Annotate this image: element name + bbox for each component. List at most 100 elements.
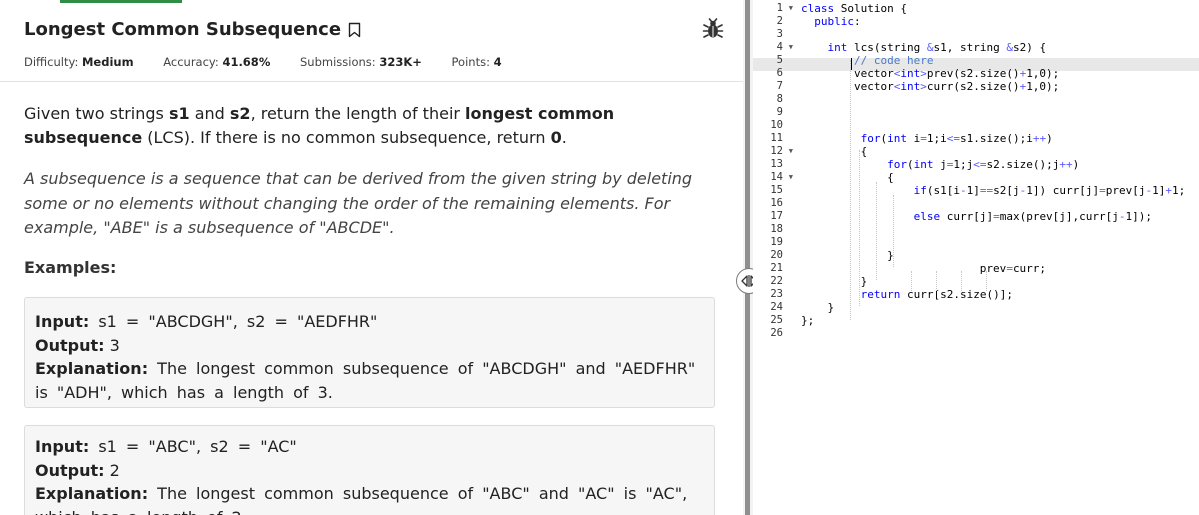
divider <box>0 81 743 82</box>
output-label: Output: <box>35 460 105 480</box>
page-title: Longest Common Subsequence <box>24 19 342 40</box>
line-number: 25 <box>770 313 783 326</box>
indent-guide <box>850 60 851 320</box>
code-line[interactable] <box>801 327 1199 340</box>
splitter-bar[interactable] <box>745 0 750 515</box>
bookmark-icon[interactable] <box>348 22 361 43</box>
line-number: 4 ▼ <box>776 40 793 54</box>
code-line[interactable]: }; <box>801 314 1199 327</box>
fold-arrow-icon[interactable]: ▼ <box>789 41 793 54</box>
indent-guide <box>911 271 912 291</box>
problem-meta: Difficulty: Medium Accuracy: 41.68% Subm… <box>24 55 724 71</box>
line-number: 24 <box>770 300 783 313</box>
difficulty-meta: Difficulty: Medium <box>24 55 134 69</box>
submissions-value: 323K+ <box>379 55 422 69</box>
code-line[interactable]: } <box>801 275 1199 288</box>
fold-arrow-icon[interactable]: ▼ <box>789 2 793 15</box>
code-line[interactable]: class Solution { <box>801 2 1199 15</box>
line-number: 11 <box>770 131 783 144</box>
meta-label: Accuracy: <box>163 55 219 69</box>
code-line[interactable] <box>801 223 1199 236</box>
examples-heading: Examples: <box>24 258 117 277</box>
code-line[interactable]: vector<int>curr(s2.size()+1,0); <box>801 80 1199 93</box>
code-line[interactable] <box>801 197 1199 210</box>
statement-text: (LCS). If there is no common subsequence… <box>142 128 551 147</box>
statement-zero: 0 <box>550 128 562 147</box>
code-line[interactable] <box>801 106 1199 119</box>
title-row: Longest Common Subsequence <box>24 17 724 45</box>
input-value: s1 = "ABCDGH", s2 = "AEDFHR" <box>89 312 378 331</box>
points-value: 4 <box>493 55 502 69</box>
text-cursor <box>851 58 852 70</box>
output-value: 2 <box>104 460 120 480</box>
line-number: 3 <box>776 27 783 40</box>
line-number: 13 <box>770 157 783 170</box>
meta-label: Difficulty: <box>24 55 79 69</box>
statement-s2: s2 <box>229 104 251 123</box>
line-number: 8 <box>776 92 783 105</box>
indent-guide <box>986 271 987 291</box>
code-line[interactable]: // code here <box>801 54 1199 67</box>
line-number: 22 <box>770 274 783 287</box>
code-editor[interactable]: 1 ▼ 2 3 4 ▼ 5 6 7 8 9 10 11 12 ▼ 13 14 ▼ 15 16 17 18 19 20 21 22 2… <box>753 0 1199 515</box>
input-label: Input: <box>35 312 90 331</box>
code-line[interactable]: } <box>801 249 1199 262</box>
line-number: 5 <box>776 53 783 66</box>
line-number: 20 <box>770 248 783 261</box>
bug-icon[interactable] <box>702 18 724 45</box>
code-line[interactable] <box>801 93 1199 106</box>
code-line[interactable]: for(int j=1;j<=s2.size();j++) <box>801 158 1199 171</box>
explanation-label: Explanation: <box>35 359 149 378</box>
code-line[interactable]: prev=curr; <box>801 262 1199 275</box>
example-box: Input: s1 = "ABCDGH", s2 = "AEDFHR" Outp… <box>24 297 715 408</box>
fold-arrow-icon[interactable]: ▼ <box>789 171 793 184</box>
line-number: 7 <box>776 79 783 92</box>
statement-text: . <box>561 128 567 147</box>
line-number: 19 <box>770 235 783 248</box>
statement-text: and <box>189 104 230 123</box>
code-line[interactable] <box>801 236 1199 249</box>
line-number: 16 <box>770 196 783 209</box>
line-number: 2 <box>776 14 783 27</box>
example-box: Input: s1 = "ABC", s2 = "AC" Output: 2 E… <box>24 425 715 515</box>
line-number: 9 <box>776 105 783 118</box>
difficulty-value: Medium <box>81 55 134 69</box>
subsequence-definition: A subsequence is a sequence that can be … <box>24 169 693 237</box>
line-number: 17 <box>770 209 783 222</box>
code-line[interactable]: { <box>801 171 1199 184</box>
code-line[interactable]: for(int i=1;i<=s1.size();i++) <box>801 132 1199 145</box>
accuracy-meta: Accuracy: 41.68% <box>163 55 270 69</box>
line-number: 1 ▼ <box>776 1 793 15</box>
code-line[interactable] <box>801 28 1199 41</box>
statement-text: Given two strings <box>24 104 169 123</box>
code-line[interactable]: return curr[s2.size()]; <box>801 288 1199 301</box>
line-number-gutter: 1 ▼ 2 3 4 ▼ 5 6 7 8 9 10 11 12 ▼ 13 14 ▼ 15 16 17 18 19 20 21 22 2… <box>753 2 797 340</box>
code-area[interactable]: class Solution { public: int lcs(string … <box>801 2 1199 340</box>
code-line[interactable]: if(s1[i-1]==s2[j-1]) curr[j]=prev[j-1]+1… <box>801 184 1199 197</box>
problem-pane: Longest Common Subsequence Difficulty: M… <box>0 0 743 515</box>
indent-guide <box>876 182 877 280</box>
code-line[interactable]: vector<int>prev(s2.size()+1,0); <box>801 67 1199 80</box>
fold-arrow-icon[interactable]: ▼ <box>789 145 793 158</box>
code-line[interactable]: public: <box>801 15 1199 28</box>
line-number: 26 <box>770 326 783 339</box>
code-line[interactable]: int lcs(string &s1, string &s2) { <box>801 41 1199 54</box>
example-input: Input: s1 = "ABC", s2 = "AC" <box>35 435 704 459</box>
line-number: 10 <box>770 118 783 131</box>
line-number: 12 ▼ <box>770 144 793 158</box>
statement-text: , return the length of their <box>250 104 466 123</box>
code-line[interactable]: else curr[j]=max(prev[j],curr[j-1]); <box>801 210 1199 223</box>
code-line[interactable] <box>801 119 1199 132</box>
line-number: 21 <box>770 261 783 274</box>
example-explanation: Explanation: The longest common subseque… <box>35 357 704 404</box>
example-input: Input: s1 = "ABCDGH", s2 = "AEDFHR" <box>35 310 704 334</box>
submissions-meta: Submissions: 323K+ <box>300 55 422 69</box>
example-explanation: Explanation: The longest common subseque… <box>35 482 704 515</box>
line-number: 14 ▼ <box>770 170 793 184</box>
code-line[interactable]: { <box>801 145 1199 158</box>
code-line[interactable]: } <box>801 301 1199 314</box>
output-value: 3 <box>104 335 120 355</box>
example-output: Output: 3 <box>35 334 704 358</box>
explanation-label: Explanation: <box>35 484 149 503</box>
line-number: 6 <box>776 66 783 79</box>
